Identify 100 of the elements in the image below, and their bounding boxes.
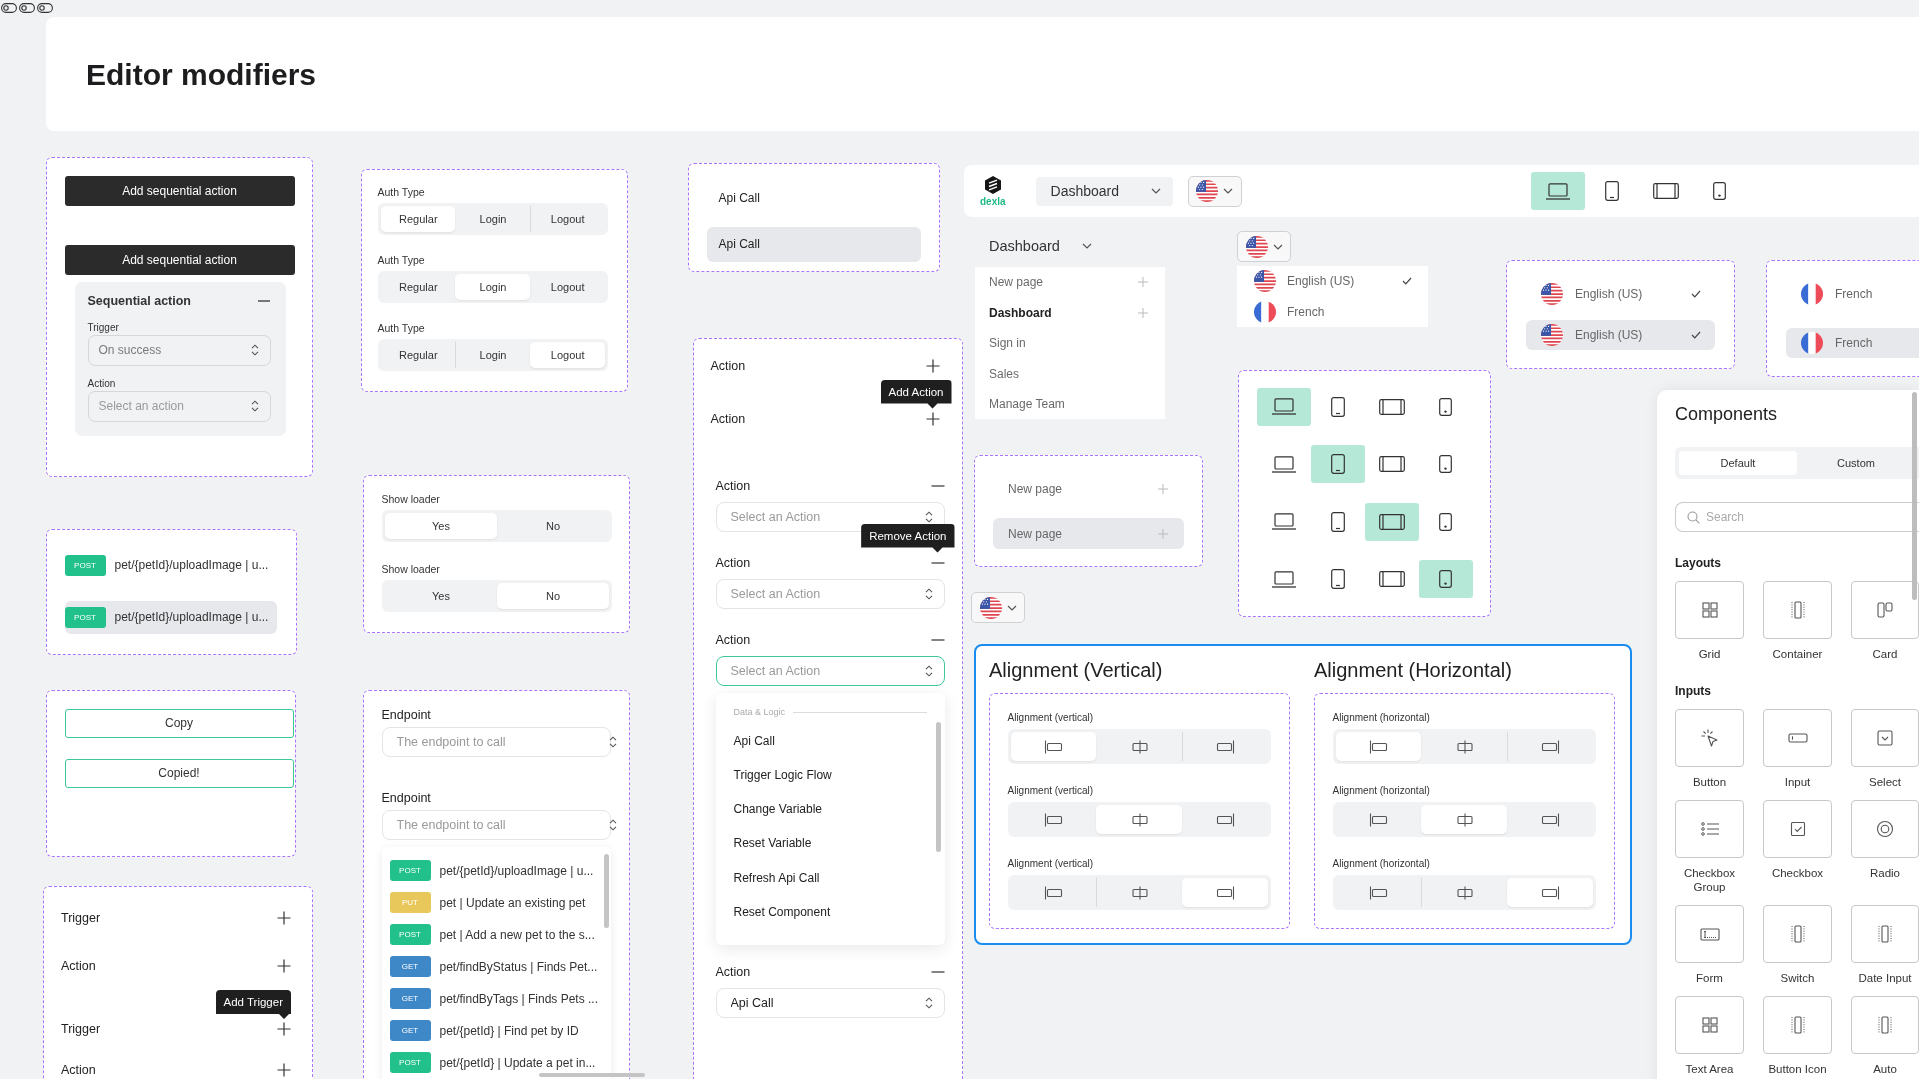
component-tile[interactable] bbox=[1763, 581, 1832, 639]
menu-item[interactable]: Refresh Api Call bbox=[733, 860, 945, 895]
component-tile[interactable] bbox=[1763, 996, 1832, 1054]
add-action-button[interactable]: Add sequential action bbox=[64, 244, 295, 275]
scrollbar[interactable] bbox=[603, 853, 609, 928]
menu-item[interactable]: French bbox=[1786, 327, 1919, 358]
plus-icon[interactable] bbox=[277, 959, 291, 973]
toggle-icon[interactable] bbox=[19, 3, 35, 13]
segment-option[interactable]: Logout bbox=[529, 274, 605, 300]
component-tile[interactable] bbox=[1763, 800, 1832, 858]
list-item[interactable]: Api Call bbox=[706, 226, 921, 262]
component-tile[interactable] bbox=[1675, 581, 1744, 639]
menu-item[interactable]: English (US) bbox=[1526, 278, 1715, 309]
menu-item[interactable]: Api Call bbox=[733, 723, 945, 758]
select-field[interactable]: Api Call bbox=[715, 987, 945, 1018]
menu-item[interactable]: Manage Team bbox=[975, 389, 1165, 420]
component-tile[interactable] bbox=[1851, 996, 1919, 1054]
page-select[interactable]: Dashboard bbox=[989, 236, 1092, 256]
segment-option[interactable]: Login bbox=[455, 274, 530, 300]
endpoint-option[interactable]: GET pet/{petId} | Find pet by ID bbox=[389, 1014, 611, 1047]
toggle-icon[interactable] bbox=[37, 3, 53, 13]
scrollbar[interactable] bbox=[1912, 392, 1917, 600]
endpoint-option[interactable]: POST pet/{petId}/uploadImage | u... bbox=[389, 854, 611, 887]
language-select[interactable] bbox=[1187, 175, 1242, 207]
menu-item[interactable]: Reset Variable bbox=[733, 826, 945, 861]
segment-option[interactable]: No bbox=[496, 512, 609, 539]
tab[interactable]: Custom bbox=[1797, 451, 1915, 475]
page-select[interactable]: Dashboard bbox=[1035, 176, 1173, 206]
plus-icon[interactable] bbox=[925, 411, 940, 426]
scrollbar[interactable] bbox=[539, 1073, 645, 1077]
endpoint-option[interactable]: POST pet/{petId}/uploadImage | u... bbox=[64, 548, 277, 582]
copy-button[interactable]: Copied! bbox=[64, 758, 294, 788]
menu-item[interactable]: New page bbox=[993, 473, 1184, 504]
plus-icon[interactable] bbox=[1138, 277, 1148, 288]
endpoint-option[interactable]: GET pet/findByTags | Finds Pets ... bbox=[389, 982, 611, 1015]
language-select[interactable] bbox=[971, 592, 1025, 623]
search-field[interactable]: Search bbox=[1675, 502, 1919, 532]
segment-option[interactable]: Login bbox=[455, 206, 530, 232]
segment-option[interactable]: Logout bbox=[529, 206, 605, 232]
list-item[interactable]: Api Call bbox=[706, 180, 921, 216]
plus-icon[interactable] bbox=[925, 358, 940, 373]
segment-option[interactable]: Regular bbox=[380, 342, 456, 368]
menu-item[interactable]: Sales bbox=[975, 358, 1165, 389]
endpoint-option[interactable]: POST pet | Add a new pet to the s... bbox=[389, 918, 611, 951]
menu-item[interactable]: Trigger Logic Flow bbox=[733, 757, 945, 793]
endpoint-option[interactable]: POST pet/{petId}/uploadImage | u... bbox=[64, 600, 277, 634]
component-tile[interactable] bbox=[1851, 581, 1919, 639]
tab[interactable]: Default bbox=[1679, 451, 1797, 475]
alignment-option[interactable] bbox=[1421, 805, 1507, 834]
menu-item[interactable]: English (US) bbox=[1237, 266, 1428, 297]
menu-item[interactable]: New page bbox=[975, 267, 1165, 298]
language-select[interactable] bbox=[1237, 231, 1291, 262]
component-tile[interactable] bbox=[1851, 905, 1919, 963]
select-field[interactable]: On success bbox=[87, 334, 271, 366]
component-tile[interactable] bbox=[1851, 800, 1919, 858]
alignment-option[interactable] bbox=[1181, 878, 1268, 907]
select-field[interactable]: Select an action bbox=[87, 390, 271, 422]
device-button[interactable] bbox=[1310, 445, 1365, 483]
plus-icon[interactable] bbox=[277, 1063, 291, 1077]
device-button[interactable] bbox=[1364, 502, 1419, 541]
device-button[interactable] bbox=[1418, 560, 1473, 598]
alignment-option[interactable] bbox=[1096, 805, 1182, 834]
segment-option[interactable]: Regular bbox=[380, 206, 456, 232]
toggle-icon[interactable] bbox=[1, 3, 17, 13]
alignment-option[interactable] bbox=[1335, 732, 1422, 761]
menu-item[interactable]: French bbox=[1786, 278, 1919, 309]
alignment-option[interactable] bbox=[1506, 878, 1593, 907]
menu-item[interactable]: Reset Component bbox=[733, 895, 945, 930]
copy-button[interactable]: Copy bbox=[64, 708, 294, 738]
plus-icon[interactable] bbox=[1158, 483, 1168, 494]
add-action-button[interactable]: Add sequential action bbox=[64, 175, 295, 206]
plus-icon[interactable] bbox=[277, 911, 291, 925]
menu-item[interactable]: New page bbox=[993, 518, 1184, 549]
plus-icon[interactable] bbox=[1138, 307, 1148, 318]
menu-item[interactable]: Dashboard bbox=[975, 297, 1165, 328]
menu-item[interactable]: Change Variable bbox=[733, 792, 945, 827]
component-tile[interactable] bbox=[1763, 709, 1832, 767]
component-tile[interactable] bbox=[1675, 709, 1744, 767]
menu-item[interactable]: Sign in bbox=[975, 328, 1165, 359]
alignment-option[interactable] bbox=[1010, 732, 1097, 761]
segment-option[interactable]: Login bbox=[455, 342, 530, 368]
segment-option[interactable]: Logout bbox=[529, 342, 605, 368]
component-tile[interactable] bbox=[1675, 905, 1744, 963]
logo-icon[interactable] bbox=[982, 175, 1003, 195]
select-field[interactable]: Select an Action bbox=[715, 655, 945, 686]
component-tile[interactable] bbox=[1763, 905, 1832, 963]
component-tile[interactable] bbox=[1675, 800, 1744, 858]
menu-item[interactable]: French bbox=[1237, 296, 1428, 327]
component-tile[interactable] bbox=[1675, 996, 1744, 1054]
menu-item[interactable]: English (US) bbox=[1526, 319, 1715, 350]
segment-option[interactable]: No bbox=[496, 582, 609, 609]
plus-icon[interactable] bbox=[277, 1022, 291, 1036]
endpoint-option[interactable]: PUT pet | Update an existing pet bbox=[389, 886, 611, 919]
scrollbar[interactable] bbox=[935, 721, 941, 852]
endpoint-option[interactable]: POST pet/{petId} | Update a pet in... bbox=[389, 1046, 611, 1079]
endpoint-option[interactable]: GET pet/findByStatus | Finds Pet... bbox=[389, 950, 611, 983]
segment-option[interactable]: Yes bbox=[384, 582, 497, 609]
component-tile[interactable] bbox=[1851, 709, 1919, 767]
segment-option[interactable]: Regular bbox=[380, 274, 456, 300]
segment-option[interactable]: Yes bbox=[384, 512, 497, 539]
